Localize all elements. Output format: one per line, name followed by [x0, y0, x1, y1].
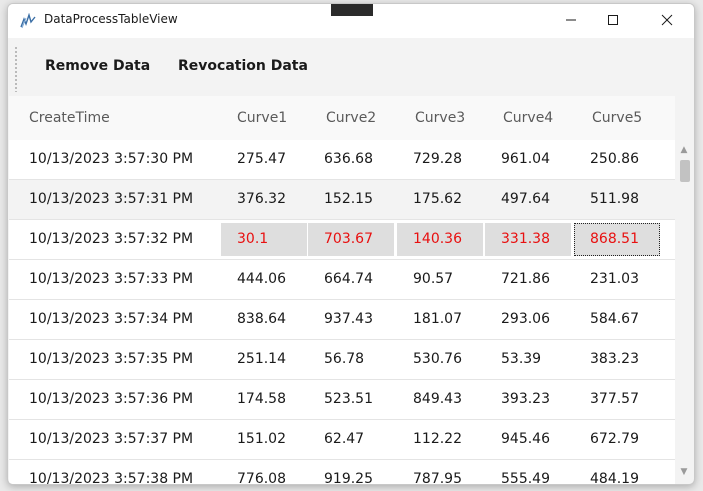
cell-curve3[interactable]: 787.95 — [397, 460, 483, 484]
cell-curve4[interactable]: 945.46 — [485, 420, 571, 459]
scroll-up-arrow-icon[interactable]: ▲ — [675, 142, 693, 158]
cell-curve5[interactable]: 511.98 — [574, 180, 660, 219]
scroll-thumb[interactable] — [680, 160, 690, 182]
cell-curve5[interactable]: 383.23 — [574, 340, 660, 379]
cell-curve3[interactable]: 849.43 — [397, 380, 483, 419]
data-grid[interactable]: CreateTime Curve1 Curve2 Curve3 Curve4 C… — [9, 96, 675, 484]
cell-createtime[interactable]: 10/13/2023 3:57:35 PM — [29, 340, 219, 379]
column-header-curve4[interactable]: Curve4 — [503, 110, 553, 126]
table-row[interactable]: 10/13/2023 3:57:36 PM 174.58 523.51 849.43 3… — [9, 380, 675, 420]
close-button[interactable] — [644, 4, 690, 36]
cell-curve4[interactable]: 961.04 — [485, 140, 571, 179]
column-header-createtime[interactable]: CreateTime — [29, 110, 110, 126]
cell-createtime[interactable]: 10/13/2023 3:57:36 PM — [29, 380, 219, 419]
cell-curve5[interactable]: 868.51 — [574, 223, 660, 256]
cell-curve5[interactable]: 584.67 — [574, 300, 660, 339]
cell-curve1[interactable]: 275.47 — [221, 140, 307, 179]
table-row[interactable]: 10/13/2023 3:57:35 PM 251.14 56.78 530.76 53… — [9, 340, 675, 380]
cell-curve5[interactable]: 250.86 — [574, 140, 660, 179]
cell-curve3[interactable]: 90.57 — [397, 260, 483, 299]
cell-createtime[interactable]: 10/13/2023 3:57:30 PM — [29, 140, 219, 179]
cell-curve1[interactable]: 444.06 — [221, 260, 307, 299]
table-row[interactable]: 10/13/2023 3:57:34 PM 838.64 937.43 181.07 2… — [9, 300, 675, 340]
table-row[interactable]: 10/13/2023 3:57:30 PM 275.47 636.68 729.28 9… — [9, 140, 675, 180]
cell-curve4[interactable]: 53.39 — [485, 340, 571, 379]
vertical-scrollbar[interactable]: ▲ ▼ — [675, 140, 693, 484]
cell-curve3[interactable]: 175.62 — [397, 180, 483, 219]
table-row[interactable]: 10/13/2023 3:57:38 PM 776.08 919.25 787.95 5… — [9, 460, 675, 484]
cell-curve1[interactable]: 776.08 — [221, 460, 307, 484]
cell-curve5[interactable]: 231.03 — [574, 260, 660, 299]
cell-curve3[interactable]: 140.36 — [397, 223, 483, 256]
cell-curve2[interactable]: 664.74 — [308, 260, 394, 299]
minimize-icon — [566, 19, 576, 21]
cell-curve4[interactable]: 393.23 — [485, 380, 571, 419]
close-icon — [661, 14, 673, 26]
cell-curve2[interactable]: 703.67 — [308, 223, 394, 256]
cell-createtime[interactable]: 10/13/2023 3:57:32 PM — [29, 220, 219, 259]
app-window: DataProcessTableView Remove Data Revocat… — [7, 3, 695, 485]
column-header-curve2[interactable]: Curve2 — [326, 110, 376, 126]
table-row[interactable]: 10/13/2023 3:57:37 PM 151.02 62.47 112.22 94… — [9, 420, 675, 460]
cell-curve4[interactable]: 497.64 — [485, 180, 571, 219]
cell-curve4[interactable]: 721.86 — [485, 260, 571, 299]
cell-curve4[interactable]: 293.06 — [485, 300, 571, 339]
cell-curve3[interactable]: 112.22 — [397, 420, 483, 459]
cell-curve2[interactable]: 56.78 — [308, 340, 394, 379]
maximize-icon — [608, 15, 618, 25]
cell-curve2[interactable]: 919.25 — [308, 460, 394, 484]
cell-curve2[interactable]: 152.15 — [308, 180, 394, 219]
cell-curve5[interactable]: 484.19 — [574, 460, 660, 484]
column-header-row: CreateTime Curve1 Curve2 Curve3 Curve4 C… — [9, 96, 675, 141]
cell-curve5[interactable]: 377.57 — [574, 380, 660, 419]
table-row[interactable]: 10/13/2023 3:57:31 PM 376.32 152.15 175.62 4… — [9, 180, 675, 220]
cell-curve2[interactable]: 523.51 — [308, 380, 394, 419]
cell-curve3[interactable]: 530.76 — [397, 340, 483, 379]
table-row[interactable]: 10/13/2023 3:57:32 PM 30.1 703.67 140.36 331… — [9, 220, 675, 260]
window-title: DataProcessTableView — [44, 12, 178, 26]
cell-curve3[interactable]: 181.07 — [397, 300, 483, 339]
cell-curve2[interactable]: 636.68 — [308, 140, 394, 179]
remove-data-button[interactable]: Remove Data — [45, 58, 150, 74]
cell-createtime[interactable]: 10/13/2023 3:57:31 PM — [29, 180, 219, 219]
cell-curve1[interactable]: 838.64 — [221, 300, 307, 339]
cell-curve1[interactable]: 30.1 — [221, 223, 307, 256]
top-notch — [331, 4, 373, 16]
waveform-app-icon — [20, 13, 36, 29]
column-header-curve1[interactable]: Curve1 — [237, 110, 287, 126]
cell-curve2[interactable]: 62.47 — [308, 420, 394, 459]
revocation-data-button[interactable]: Revocation Data — [178, 58, 308, 74]
toolbar-grip-icon[interactable] — [14, 46, 18, 92]
cell-curve3[interactable]: 729.28 — [397, 140, 483, 179]
title-bar[interactable]: DataProcessTableView — [8, 4, 694, 38]
column-header-curve5[interactable]: Curve5 — [592, 110, 642, 126]
cell-createtime[interactable]: 10/13/2023 3:57:33 PM — [29, 260, 219, 299]
cell-curve1[interactable]: 174.58 — [221, 380, 307, 419]
cell-curve1[interactable]: 376.32 — [221, 180, 307, 219]
cell-curve5[interactable]: 672.79 — [574, 420, 660, 459]
cell-createtime[interactable]: 10/13/2023 3:57:37 PM — [29, 420, 219, 459]
column-header-curve3[interactable]: Curve3 — [415, 110, 465, 126]
cell-curve1[interactable]: 251.14 — [221, 340, 307, 379]
maximize-button[interactable] — [590, 4, 636, 36]
cell-curve2[interactable]: 937.43 — [308, 300, 394, 339]
cell-createtime[interactable]: 10/13/2023 3:57:34 PM — [29, 300, 219, 339]
scroll-down-arrow-icon[interactable]: ▼ — [675, 464, 693, 480]
toolbar: Remove Data Revocation Data — [8, 38, 694, 96]
table-row[interactable]: 10/13/2023 3:57:33 PM 444.06 664.74 90.57 72… — [9, 260, 675, 300]
cell-curve4[interactable]: 555.49 — [485, 460, 571, 484]
minimize-button[interactable] — [548, 4, 594, 36]
cell-createtime[interactable]: 10/13/2023 3:57:38 PM — [29, 460, 219, 484]
cell-curve1[interactable]: 151.02 — [221, 420, 307, 459]
cell-curve4[interactable]: 331.38 — [485, 223, 571, 256]
